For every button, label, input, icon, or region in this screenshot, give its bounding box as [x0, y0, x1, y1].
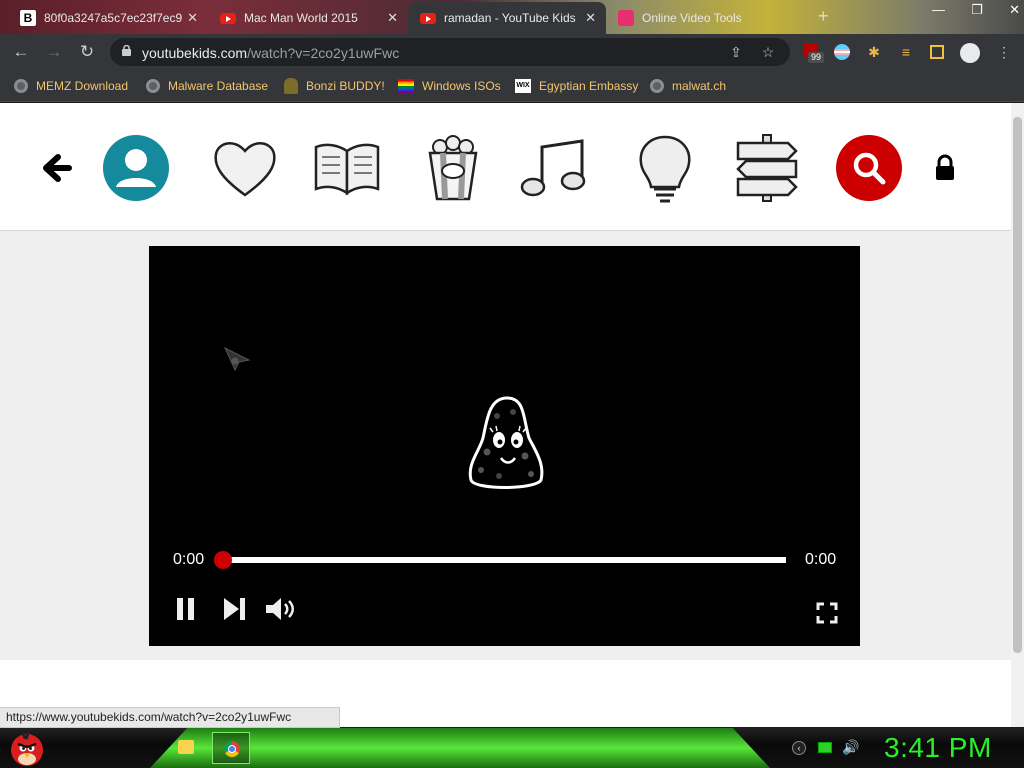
fullscreen-icon[interactable] — [816, 602, 838, 624]
tab-title: ramadan - YouTube Kids — [444, 11, 576, 25]
bookmark-bonzi[interactable]: Bonzi BUDDY! — [284, 77, 385, 95]
bookmark-label: Egyptian Embassy — [539, 79, 639, 93]
bonzi-icon — [284, 78, 298, 94]
window-controls: — ❐ ✕ — [932, 2, 1020, 18]
star-icon[interactable]: ☆ — [758, 42, 778, 62]
taskbar-clock[interactable]: 3:41 PM — [884, 732, 992, 764]
bookmark-windows-isos[interactable]: Windows ISOs — [398, 77, 501, 95]
progress-track[interactable] — [223, 557, 786, 563]
duration: 0:00 — [805, 551, 837, 568]
new-tab-button[interactable]: + — [818, 6, 829, 27]
book-icon[interactable] — [312, 133, 382, 203]
b-icon: B — [20, 10, 36, 26]
tab-title: Mac Man World 2015 — [244, 11, 358, 25]
volume-icon[interactable] — [264, 596, 300, 622]
close-icon[interactable]: ✕ — [585, 10, 596, 26]
share-icon[interactable]: ⇪ — [726, 42, 746, 62]
bookmark-egyptian-embassy[interactable]: WIX Egyptian Embassy — [515, 77, 638, 95]
popcorn-icon[interactable] — [418, 133, 488, 203]
reload-icon[interactable]: ↻ — [76, 41, 98, 63]
back-icon[interactable]: ← — [10, 41, 32, 63]
scrollbar-thumb[interactable] — [1013, 117, 1022, 653]
puzzle-icon[interactable]: ✱ — [864, 42, 884, 62]
url-host: youtubekids.com — [142, 45, 248, 61]
search-icon[interactable] — [834, 133, 904, 203]
bookmark-label: malwat.ch — [672, 79, 727, 93]
tab-title: Online Video Tools — [642, 11, 742, 25]
bookmark-malware-database[interactable]: Malware Database — [146, 77, 268, 95]
globe-icon — [146, 79, 160, 93]
close-icon[interactable]: ✕ — [387, 10, 398, 26]
globe-icon — [14, 79, 28, 93]
sidepanel-icon[interactable] — [930, 45, 944, 59]
menu-icon[interactable]: ⋮ — [994, 42, 1014, 62]
file-explorer-icon[interactable] — [178, 740, 194, 754]
bookmark-malwatch[interactable]: malwat.ch — [650, 77, 726, 95]
rainbow-flag-icon — [398, 79, 414, 93]
globe-icon — [650, 79, 664, 93]
tray-chevron-icon[interactable]: ‹ — [792, 741, 806, 755]
browser-tab-strip: B 80f0a3247a5c7ec23f7ec9 ✕ Mac Man World… — [0, 0, 1024, 34]
lock-icon[interactable] — [930, 133, 960, 203]
bookmark-label: Bonzi BUDDY! — [306, 79, 385, 93]
bookmark-memz[interactable]: MEMZ Download — [14, 77, 128, 95]
extension-flag-icon[interactable] — [834, 44, 850, 60]
taskbar-chrome-button[interactable] — [212, 732, 250, 764]
extension-badge: 99 — [808, 52, 824, 63]
kids-nav-bar — [0, 103, 1011, 231]
profile-avatar[interactable] — [960, 43, 980, 63]
youtube-icon — [220, 12, 236, 24]
cursor-eye-icon — [223, 346, 251, 372]
pink-icon — [618, 10, 634, 26]
pause-icon[interactable] — [173, 596, 199, 622]
lock-icon — [122, 45, 131, 56]
tab-title: 80f0a3247a5c7ec23f7ec9 — [44, 11, 183, 25]
video-player[interactable]: 0:00 0:00 — [149, 246, 860, 646]
profile-icon[interactable] — [101, 133, 171, 203]
close-window-icon[interactable]: ✕ — [1009, 2, 1020, 18]
forward-icon[interactable]: → — [43, 41, 65, 63]
current-time: 0:00 — [173, 551, 205, 568]
minimize-icon[interactable]: — — [932, 2, 945, 18]
browser-tab-3[interactable]: ramadan - YouTube Kids ✕ — [408, 2, 606, 34]
bookmarks-bar: MEMZ Download Malware Database Bonzi BUD… — [0, 70, 1024, 102]
address-bar[interactable]: youtubekids.com/watch?v=2co2y1uwFwc ⇪ ☆ — [110, 38, 790, 66]
browser-tab-2[interactable]: Mac Man World 2015 ✕ — [208, 2, 408, 34]
bookmark-label: Windows ISOs — [422, 79, 501, 93]
music-note-icon[interactable] — [518, 133, 588, 203]
browser-toolbar: ← → ↻ youtubekids.com/watch?v=2co2y1uwFw… — [0, 34, 1024, 70]
speaker-icon[interactable]: 🔊 — [842, 739, 859, 756]
signpost-icon[interactable] — [732, 133, 802, 203]
page-scrollbar[interactable] — [1011, 103, 1024, 727]
bookmark-label: Malware Database — [168, 79, 269, 93]
lightbulb-icon[interactable] — [630, 133, 700, 203]
bookmark-label: MEMZ Download — [36, 79, 129, 93]
youtube-icon — [420, 12, 436, 24]
back-arrow-icon[interactable] — [22, 133, 92, 203]
page-viewport: 0:00 0:00 — [0, 103, 1024, 727]
cartoon-character — [468, 396, 544, 489]
next-icon[interactable] — [221, 596, 247, 622]
url-path: /watch?v=2co2y1uwFwc — [247, 45, 400, 61]
maximize-icon[interactable]: ❐ — [971, 2, 983, 18]
wix-icon: WIX — [515, 79, 531, 93]
close-icon[interactable]: ✕ — [187, 10, 198, 26]
angry-bird-start-icon[interactable] — [8, 729, 46, 767]
browser-tab-1[interactable]: B 80f0a3247a5c7ec23f7ec9 ✕ — [8, 2, 208, 34]
progress-scrubber[interactable] — [214, 551, 232, 569]
browser-tab-4[interactable]: Online Video Tools — [606, 2, 806, 34]
status-bar-url: https://www.youtubekids.com/watch?v=2co2… — [0, 707, 340, 728]
url-text: youtubekids.com/watch?v=2co2y1uwFwc — [142, 45, 399, 61]
media-icon[interactable]: ≡ — [896, 42, 916, 62]
network-icon[interactable] — [818, 742, 832, 753]
heart-icon[interactable] — [210, 133, 280, 203]
